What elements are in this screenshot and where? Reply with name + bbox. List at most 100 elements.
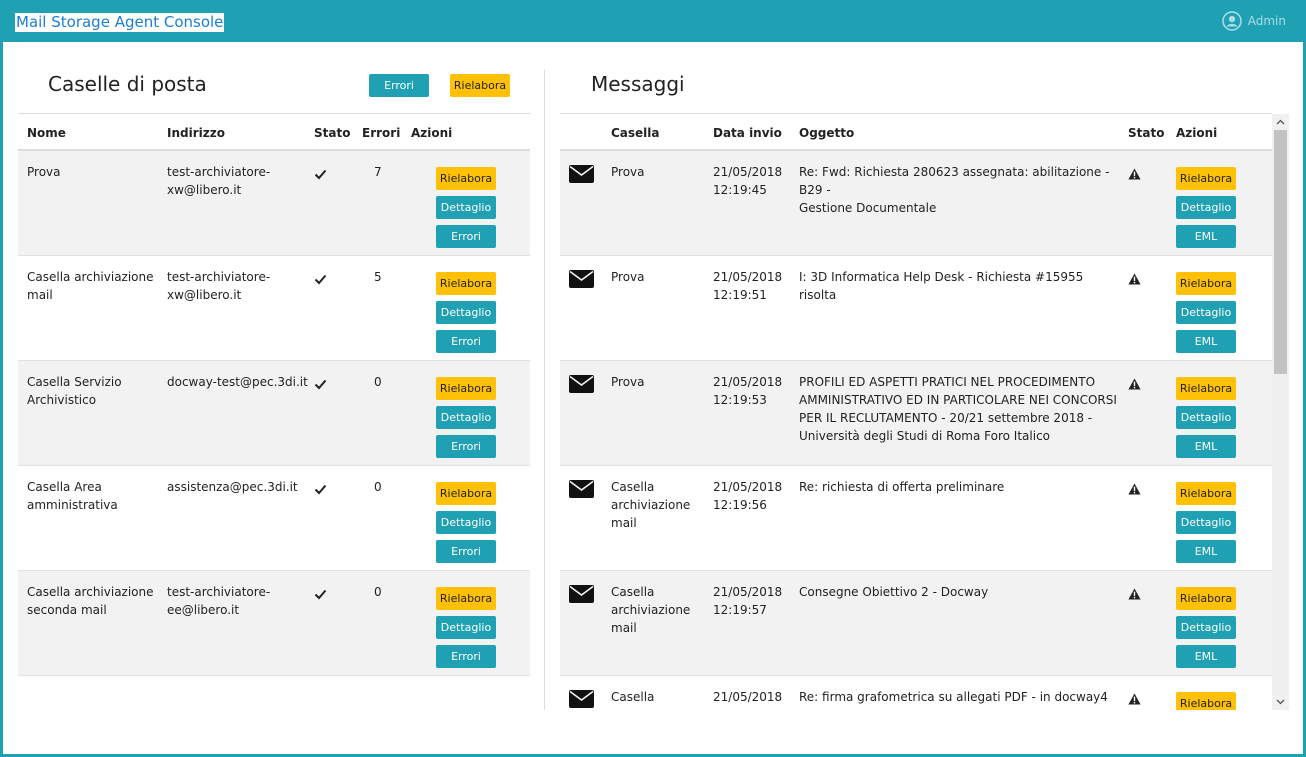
envelope-icon: [569, 375, 594, 393]
mailbox-name: Casella archiviazione mail: [27, 270, 154, 302]
rework-button[interactable]: Rielabora: [1176, 482, 1236, 505]
column-header-errori: Errori: [362, 126, 401, 140]
message-row: Prova 21/05/2018 12:19:45 Re: Fwd: Richiest…: [560, 151, 1272, 256]
detail-button[interactable]: Dettaglio: [1176, 196, 1236, 219]
rework-button[interactable]: Rielabora: [1176, 692, 1236, 710]
eml-button[interactable]: EML: [1176, 225, 1236, 248]
eml-button[interactable]: EML: [1176, 435, 1236, 458]
message-mailbox: Prova: [611, 375, 645, 389]
mailbox-name: Prova: [27, 165, 61, 179]
envelope-icon: [569, 690, 594, 708]
detail-button[interactable]: Dettaglio: [1176, 301, 1236, 324]
mailbox-name: Casella Servizio Archivistico: [27, 375, 122, 407]
messages-scrollbar[interactable]: [1272, 114, 1289, 710]
column-header-indirizzo: Indirizzo: [167, 126, 225, 140]
check-icon: [314, 169, 327, 180]
errors-button[interactable]: Errori: [369, 74, 429, 97]
detail-button[interactable]: Dettaglio: [436, 616, 496, 639]
message-status: [1128, 375, 1141, 394]
mailbox-row: Casella archiviazione seconda mail test-ar…: [18, 571, 530, 676]
eml-button[interactable]: EML: [1176, 645, 1236, 668]
messages-title: Messaggi: [591, 72, 685, 96]
detail-button[interactable]: Dettaglio: [436, 406, 496, 429]
scroll-thumb[interactable]: [1274, 130, 1287, 374]
mailbox-row: Casella Servizio Archivistico docway-test@…: [18, 361, 530, 466]
errors-row-button[interactable]: Errori: [436, 435, 496, 458]
message-mailbox: Casella archiviazione mail: [611, 480, 691, 530]
rework-button[interactable]: Rielabora: [436, 587, 496, 610]
mailbox-error-count: 0: [374, 480, 382, 494]
message-status: [1128, 690, 1141, 709]
user-icon: [1221, 11, 1242, 31]
status-ok-icon: [314, 270, 327, 289]
rework-button[interactable]: Rielabora: [436, 272, 496, 295]
user-menu[interactable]: Admin: [1221, 11, 1286, 31]
rework-button[interactable]: Rielabora: [1176, 272, 1236, 295]
envelope-icon: [569, 165, 594, 183]
message-status: [1128, 480, 1141, 499]
messages-viewport: Casella Data invio Oggetto Stato Azioni Prova…: [560, 113, 1272, 710]
rework-button[interactable]: Rielabora: [436, 482, 496, 505]
eml-button[interactable]: EML: [1176, 330, 1236, 353]
check-icon: [314, 274, 327, 285]
message-subject: I: 3D Informatica Help Desk - Richiesta …: [799, 270, 1084, 302]
message-row: Prova 21/05/2018 12:19:51 I: 3D Informatica…: [560, 256, 1272, 361]
message-date: 21/05/2018: [713, 690, 783, 704]
check-icon: [314, 379, 327, 390]
envelope-icon: [569, 480, 594, 498]
detail-button[interactable]: Dettaglio: [1176, 511, 1236, 534]
detail-button[interactable]: Dettaglio: [436, 196, 496, 219]
column-header-stato: Stato: [314, 126, 351, 140]
message-mailbox: Casella archiviazione mail: [611, 585, 691, 635]
message-subject: Consegne Obiettivo 2 - Docway: [799, 585, 989, 599]
rework-button[interactable]: Rielabora: [1176, 587, 1236, 610]
mailbox-row: Prova test-archiviatore-xw@libero.it 7 Riel…: [18, 151, 530, 256]
warning-icon: [1128, 588, 1141, 600]
rework-all-button[interactable]: Rielabora: [450, 74, 510, 97]
column-header-stato: Stato: [1128, 126, 1165, 140]
eml-button[interactable]: EML: [1176, 540, 1236, 563]
check-icon: [314, 484, 327, 495]
mailbox-address: test-archiviatore-xw@libero.it: [167, 165, 271, 197]
mailbox-address: test-archiviatore-xw@libero.it: [167, 270, 271, 302]
rework-button[interactable]: Rielabora: [1176, 377, 1236, 400]
detail-button[interactable]: Dettaglio: [1176, 406, 1236, 429]
app-title[interactable]: Mail Storage Agent Console: [15, 13, 225, 32]
scroll-up-icon[interactable]: [1272, 115, 1289, 129]
mailbox-address: test-archiviatore-ee@libero.it: [167, 585, 271, 617]
warning-icon: [1128, 378, 1141, 390]
status-ok-icon: [314, 480, 327, 499]
errors-row-button[interactable]: Errori: [436, 330, 496, 353]
message-status: [1128, 585, 1141, 604]
message-envelope: [569, 585, 594, 607]
status-ok-icon: [314, 585, 327, 604]
message-date: 21/05/2018 12:19:57: [713, 585, 783, 617]
message-subject: PROFILI ED ASPETTI PRATICI NEL PROCEDIME…: [799, 375, 1117, 443]
message-mailbox: Prova: [611, 165, 645, 179]
message-envelope: [569, 270, 594, 292]
message-envelope: [569, 690, 594, 710]
column-header-data-invio: Data invio: [713, 126, 782, 140]
panel-divider: [544, 70, 545, 710]
scroll-down-icon[interactable]: [1272, 695, 1289, 709]
message-date: 21/05/2018 12:19:56: [713, 480, 783, 512]
warning-icon: [1128, 483, 1141, 495]
errors-row-button[interactable]: Errori: [436, 540, 496, 563]
user-name: Admin: [1247, 14, 1286, 28]
message-status: [1128, 270, 1141, 289]
errors-row-button[interactable]: Errori: [436, 225, 496, 248]
mailbox-address: docway-test@pec.3di.it: [167, 375, 308, 389]
detail-button[interactable]: Dettaglio: [1176, 616, 1236, 639]
detail-button[interactable]: Dettaglio: [436, 511, 496, 534]
mailbox-error-count: 0: [374, 375, 382, 389]
rework-button[interactable]: Rielabora: [436, 167, 496, 190]
warning-icon: [1128, 273, 1141, 285]
status-ok-icon: [314, 375, 327, 394]
message-row: Casella archiviazione mail 21/05/2018 12:19:…: [560, 571, 1272, 676]
rework-button[interactable]: Rielabora: [1176, 167, 1236, 190]
rework-button[interactable]: Rielabora: [436, 377, 496, 400]
detail-button[interactable]: Dettaglio: [436, 301, 496, 324]
column-header-oggetto: Oggetto: [799, 126, 855, 140]
errors-row-button[interactable]: Errori: [436, 645, 496, 668]
message-row: Casella archiviazione mail 21/05/2018 12:19:…: [560, 466, 1272, 571]
